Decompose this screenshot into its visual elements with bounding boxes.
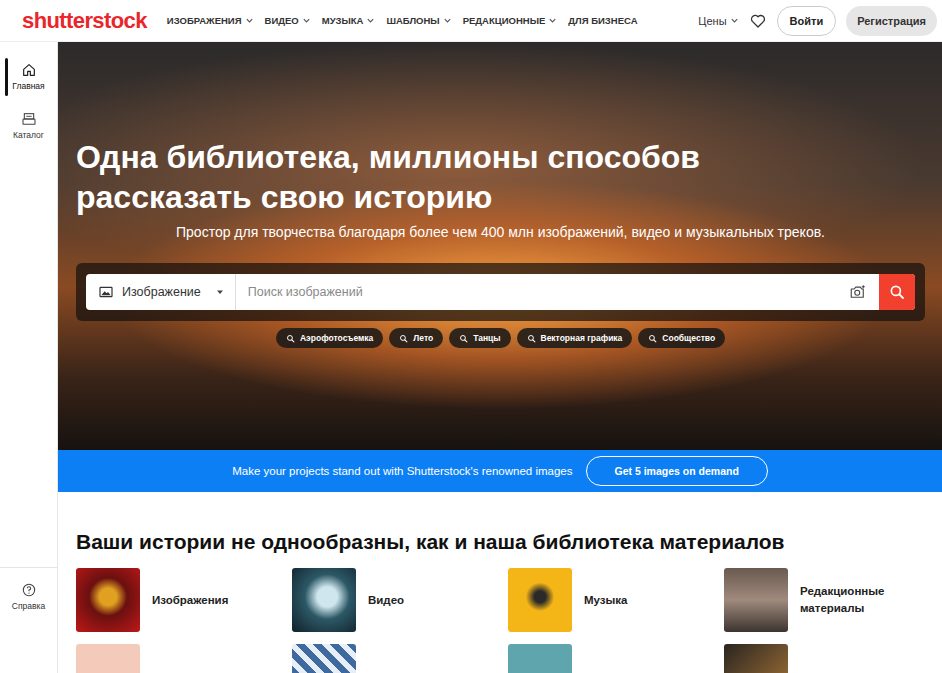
logo[interactable]: shutterstock (22, 8, 147, 34)
caret-down-icon (215, 287, 225, 297)
hero-subtitle: Простор для творчества благодаря более ч… (76, 223, 925, 241)
media-type-label: Изображение (122, 285, 201, 299)
category-label: Музыка (584, 592, 628, 609)
category-thumbnail (724, 568, 788, 632)
search-icon (527, 334, 536, 343)
category-card[interactable]: Редакционные материалы (724, 568, 940, 632)
category-card[interactable] (724, 644, 940, 673)
search-icon (648, 334, 657, 343)
library-section: Ваши истории не однообразны, как и наша … (58, 492, 942, 673)
nav-label: ВИДЕО (265, 15, 299, 26)
nav-item[interactable]: ИЗОБРАЖЕНИЯ (167, 15, 254, 26)
chip-label: Танцы (473, 333, 500, 343)
camera-search-icon[interactable] (849, 283, 867, 301)
chip-label: Сообщество (662, 333, 715, 343)
suggestion-chip[interactable]: Лето (389, 328, 443, 348)
sidebar-label: Главная (12, 81, 44, 91)
category-thumbnail (508, 644, 572, 673)
category-card[interactable] (508, 644, 724, 673)
pricing-menu[interactable]: Цены (698, 15, 738, 27)
help-label: Справка (12, 601, 45, 611)
chevron-down-icon (366, 16, 375, 25)
category-card[interactable] (76, 644, 292, 673)
top-bar: shutterstock ИЗОБРАЖЕНИЯ ВИДЕО МУЗЫКА ШАБЛОН… (0, 0, 942, 42)
search-input[interactable] (236, 274, 849, 310)
category-label: Редакционные материалы (800, 583, 910, 617)
catalog-icon (21, 111, 37, 127)
pricing-label: Цены (698, 15, 726, 27)
header-actions: Цены Войти Регистрация (698, 6, 937, 36)
help-item[interactable]: Справка (0, 567, 57, 611)
category-thumbnail (76, 568, 140, 632)
suggestion-chip[interactable]: Сообщество (638, 328, 725, 348)
category-card[interactable]: Музыка (508, 568, 724, 632)
search-icon (459, 334, 468, 343)
category-card[interactable]: Изображения (76, 568, 292, 632)
category-grid: Изображения Видео Музыка Редакционные матер… (76, 568, 942, 673)
body: Главная Каталог Справка Одна библиотека, ми… (0, 42, 942, 673)
search-panel: Изображение (76, 263, 925, 321)
search-icon (888, 283, 906, 301)
help-icon (21, 582, 37, 598)
banner-button[interactable]: Get 5 images on demand (586, 456, 768, 486)
nav-label: ИЗОБРАЖЕНИЯ (167, 15, 242, 26)
nav-label: РЕДАКЦИОННЫЕ (463, 15, 546, 26)
nav-item[interactable]: РЕДАКЦИОННЫЕ (463, 15, 558, 26)
category-thumbnail (724, 644, 788, 673)
category-label: Изображения (152, 592, 228, 609)
chevron-down-icon (730, 16, 739, 25)
nav-item[interactable]: ВИДЕО (265, 15, 311, 26)
suggestion-chip[interactable]: Аэрофотосъемка (276, 328, 383, 348)
chevron-down-icon (548, 16, 557, 25)
main-content: Одна библиотека, миллионы способов расск… (58, 42, 942, 673)
search-button[interactable] (879, 274, 915, 310)
category-thumbnail (76, 644, 140, 673)
page: shutterstock ИЗОБРАЖЕНИЯ ВИДЕО МУЗЫКА ШАБЛОН… (0, 0, 942, 673)
banner-text: Make your projects stand out with Shutte… (232, 465, 572, 477)
sidebar-item[interactable]: Каталог (0, 107, 57, 146)
sidebar-label: Каталог (13, 130, 44, 140)
nav-item[interactable]: МУЗЫКА (322, 15, 376, 26)
chevron-down-icon (302, 16, 311, 25)
category-card[interactable] (292, 644, 508, 673)
nav-label: ДЛЯ БИЗНЕСА (568, 15, 637, 26)
category-thumbnail (508, 568, 572, 632)
register-button[interactable]: Регистрация (846, 6, 937, 36)
chip-label: Векторная графика (541, 333, 623, 343)
sidebar: Главная Каталог Справка (0, 42, 58, 673)
hero-title: Одна библиотека, миллионы способов расск… (76, 137, 766, 217)
sidebar-item[interactable]: Главная (0, 58, 57, 97)
nav-label: МУЗЫКА (322, 15, 364, 26)
promo-banner: Make your projects stand out with Shutte… (58, 450, 942, 492)
suggestion-chip[interactable]: Векторная графика (517, 328, 633, 348)
hero: Одна библиотека, миллионы способов расск… (58, 42, 942, 450)
image-icon (98, 284, 114, 300)
media-type-dropdown[interactable]: Изображение (86, 274, 236, 310)
search-icon (286, 334, 295, 343)
selected-marker (5, 58, 8, 96)
chip-label: Лето (413, 333, 433, 343)
nav-label: ШАБЛОНЫ (386, 15, 439, 26)
main-nav: ИЗОБРАЖЕНИЯ ВИДЕО МУЗЫКА ШАБЛОНЫ РЕДАКЦИОННЫ… (167, 15, 638, 26)
login-button[interactable]: Войти (777, 6, 837, 36)
search-icon (399, 334, 408, 343)
suggestion-chip[interactable]: Танцы (449, 328, 510, 348)
category-thumbnail (292, 644, 356, 673)
search-bar: Изображение (86, 274, 915, 310)
chevron-down-icon (245, 16, 254, 25)
chip-label: Аэрофотосъемка (300, 333, 373, 343)
category-card[interactable]: Видео (292, 568, 508, 632)
category-label: Видео (368, 592, 404, 609)
heart-icon[interactable] (749, 12, 767, 30)
chevron-down-icon (443, 16, 452, 25)
nav-item[interactable]: ДЛЯ БИЗНЕСА (568, 15, 637, 26)
nav-item[interactable]: ШАБЛОНЫ (386, 15, 451, 26)
category-thumbnail (292, 568, 356, 632)
suggestion-chips: Аэрофотосъемка Лето Танцы Векторная графика… (76, 328, 925, 348)
library-title: Ваши истории не однообразны, как и наша … (76, 528, 942, 556)
home-icon (21, 62, 37, 78)
